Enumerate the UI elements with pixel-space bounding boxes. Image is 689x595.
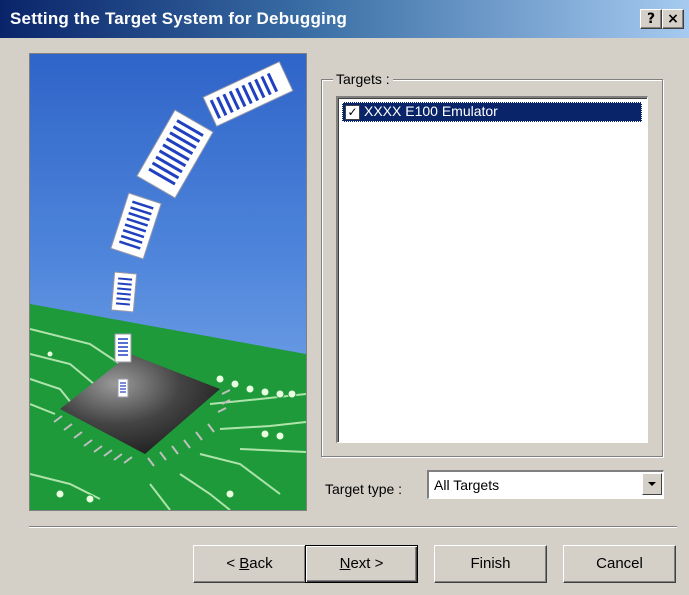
back-prefix: < bbox=[226, 555, 240, 572]
button-separator bbox=[29, 526, 677, 528]
help-button[interactable]: ? bbox=[640, 9, 662, 29]
close-icon: × bbox=[667, 11, 679, 27]
next-rest: ext > bbox=[350, 555, 384, 572]
wizard-illustration bbox=[29, 53, 307, 511]
targets-listbox[interactable]: ✓ XXXX E100 Emulator bbox=[336, 96, 648, 443]
finish-button[interactable]: Finish bbox=[434, 545, 547, 583]
window-title: Setting the Target System for Debugging bbox=[10, 9, 348, 28]
target-type-value: All Targets bbox=[434, 477, 500, 493]
target-type-dropdown[interactable]: All Targets bbox=[427, 470, 664, 499]
help-icon: ? bbox=[646, 11, 656, 27]
target-type-label: Target type : bbox=[325, 481, 403, 497]
close-button[interactable]: × bbox=[662, 9, 684, 29]
back-mnemonic: B bbox=[239, 555, 250, 572]
targets-group-label: Targets : bbox=[333, 71, 393, 87]
back-button[interactable]: < Back bbox=[193, 545, 306, 583]
target-list-item[interactable]: ✓ XXXX E100 Emulator bbox=[342, 102, 642, 122]
cancel-button[interactable]: Cancel bbox=[563, 545, 676, 583]
target-checkbox[interactable]: ✓ bbox=[345, 105, 360, 120]
check-icon: ✓ bbox=[347, 105, 358, 119]
next-button[interactable]: Next > bbox=[305, 545, 418, 583]
back-rest: ack bbox=[249, 555, 273, 572]
title-bar: Setting the Target System for Debugging … bbox=[0, 0, 689, 38]
target-item-label: XXXX E100 Emulator bbox=[364, 103, 498, 119]
chevron-down-icon[interactable] bbox=[642, 473, 662, 495]
next-mnemonic: N bbox=[339, 555, 351, 572]
